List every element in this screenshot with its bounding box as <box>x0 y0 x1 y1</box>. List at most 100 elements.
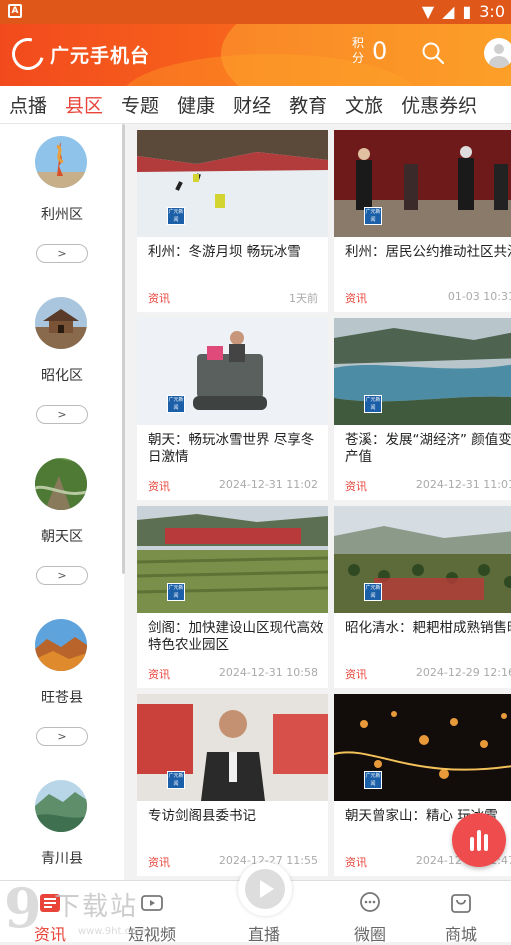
news-thumbnail: 广元新闻 <box>334 506 511 613</box>
watermark-logo: 9 下载站 www.9ht.com <box>4 876 184 942</box>
news-tag: 资讯 <box>148 856 170 869</box>
district-more-button[interactable]: > <box>36 244 88 263</box>
district-image <box>35 136 87 188</box>
news-tag: 资讯 <box>148 668 170 681</box>
watermark-mark: 9 <box>4 876 42 940</box>
status-bar: A ▼ ◢ ▮ 3:0 <box>0 0 511 24</box>
channel-badge: 广元新闻 <box>364 583 382 601</box>
news-date: 01-03 10:31 <box>447 290 511 303</box>
district-name: 旺苍县 <box>41 690 83 706</box>
tab-zhuanti[interactable]: 专题 <box>112 91 168 118</box>
channel-badge: 广元新闻 <box>167 207 185 225</box>
user-avatar-icon[interactable] <box>484 38 511 68</box>
news-title: 剑阁：加快建设山区现代高效特色农业园区 <box>148 620 324 653</box>
search-icon[interactable] <box>422 42 444 64</box>
watermark-text: 下载站 <box>54 892 139 922</box>
audio-bars-icon <box>470 830 488 851</box>
news-tag: 资讯 <box>148 292 170 305</box>
news-date: 2024-12-29 12:16 <box>415 666 511 679</box>
news-title: 朝天：畅玩冰雪世界 尽享冬日激情 <box>148 432 315 465</box>
battery-icon: ▮ <box>462 2 472 21</box>
news-thumbnail: 广元新闻 <box>334 130 511 237</box>
district-item-zhaohua[interactable]: 昭化区 > <box>0 285 124 446</box>
news-thumbnail: 广元新闻 <box>137 130 328 237</box>
district-item-chaotian[interactable]: 朝天区 > <box>0 446 124 607</box>
district-item-wangcang[interactable]: 旺苍县 > <box>0 607 124 768</box>
play-icon <box>260 880 274 898</box>
news-card[interactable]: 广元新闻 朝天：畅玩冰雪世界 尽享冬日激情 资讯 2024-12-31 11:0… <box>137 318 328 500</box>
news-title: 昭化清水：耙耙柑成熟销售旺 <box>345 620 511 636</box>
district-item-qingchuan[interactable]: 青川县 <box>0 768 124 880</box>
district-more-button[interactable]: > <box>36 566 88 585</box>
app-logo[interactable]: 广元手机台 <box>6 32 150 76</box>
status-icons: ▼ ◢ ▮ 3:0 <box>422 2 505 21</box>
news-tag: 资讯 <box>345 292 367 305</box>
district-name: 利州区 <box>41 207 83 223</box>
wifi-icon: ▼ <box>421 2 435 21</box>
news-date: 2024-12-31 10:58 <box>218 666 318 679</box>
sidebar-scrollbar[interactable] <box>122 124 125 574</box>
points-label: 积分 <box>352 36 365 65</box>
district-more-button[interactable]: > <box>36 405 88 424</box>
news-thumbnail: 广元新闻 <box>334 318 511 425</box>
chat-bubble-icon <box>360 892 380 912</box>
tab-dianbo[interactable]: 点播 <box>0 91 56 118</box>
district-image <box>35 458 87 510</box>
news-title: 利州：居民公约推动社区共治 <box>345 244 511 260</box>
tab-jiaoyu[interactable]: 教育 <box>280 91 336 118</box>
channel-badge: 广元新闻 <box>167 583 185 601</box>
live-button[interactable] <box>238 862 292 916</box>
clock-text: 3:0 <box>479 2 505 21</box>
news-card[interactable]: 广元新闻 专访剑阁县委书记 资讯 2024-12-27 11:55 <box>137 694 328 876</box>
news-feed: 广元新闻 利州：冬游月坝 畅玩冰雪 资讯 1天前 广元新闻 利州：居民公约推动社… <box>128 124 511 880</box>
news-date: 1天前 <box>289 292 318 305</box>
points-display[interactable]: 积分 0 <box>352 36 387 66</box>
news-tag: 资讯 <box>345 668 367 681</box>
category-tabs: 点播 县区 专题 健康 财经 教育 文旅 优惠券织 <box>0 86 511 124</box>
news-tag: 资讯 <box>148 480 170 493</box>
news-title: 苍溪：发展“湖经济” 颜值变产值 <box>345 432 511 465</box>
nav-item-mall[interactable]: 商城 <box>411 881 511 944</box>
news-card[interactable]: 广元新闻 利州：冬游月坝 畅玩冰雪 资讯 1天前 <box>137 130 328 312</box>
watermark-url: www.9ht.com <box>78 926 146 937</box>
channel-badge: 广元新闻 <box>167 771 185 789</box>
tab-youhuiquan[interactable]: 优惠券织 <box>392 91 486 118</box>
news-card[interactable]: 广元新闻 苍溪：发展“湖经济” 颜值变产值 资讯 2024-12-31 11:0… <box>334 318 511 500</box>
nav-label: 商城 <box>444 925 477 944</box>
nav-item-moments[interactable]: 微圈 <box>320 881 420 944</box>
notification-icon: A <box>8 4 22 18</box>
news-title: 利州：冬游月坝 畅玩冰雪 <box>148 244 301 260</box>
tab-xianqu[interactable]: 县区 <box>56 91 112 118</box>
tab-jiankang[interactable]: 健康 <box>168 91 224 118</box>
news-date: 2024-12-31 11:02 <box>218 478 318 491</box>
points-value: 0 <box>372 37 388 65</box>
district-image <box>35 780 87 832</box>
district-name: 青川县 <box>41 851 83 867</box>
nav-label: 直播 <box>247 925 280 944</box>
news-card[interactable]: 广元新闻 昭化清水：耙耙柑成熟销售旺 资讯 2024-12-29 12:16 <box>334 506 511 688</box>
channel-badge: 广元新闻 <box>364 771 382 789</box>
news-tag: 资讯 <box>345 856 367 869</box>
news-card[interactable]: 广元新闻 剑阁：加快建设山区现代高效特色农业园区 资讯 2024-12-31 1… <box>137 506 328 688</box>
news-thumbnail: 广元新闻 <box>137 694 328 801</box>
logo-icon <box>6 32 50 76</box>
district-sidebar: 利州区 > 昭化区 > 朝天区 > 旺苍县 > 青川县 <box>0 124 124 880</box>
app-header: 广元手机台 积分 0 <box>0 24 511 86</box>
channel-badge: 广元新闻 <box>364 207 382 225</box>
district-more-button[interactable]: > <box>36 727 88 746</box>
news-date: 2024-12-31 11:01 <box>415 478 511 491</box>
district-image <box>35 619 87 671</box>
news-card[interactable]: 广元新闻 利州：居民公约推动社区共治 资讯 01-03 10:31 <box>334 130 511 312</box>
district-item-lizhou[interactable]: 利州区 > <box>0 124 124 285</box>
channel-badge: 广元新闻 <box>364 395 382 413</box>
news-thumbnail: 广元新闻 <box>334 694 511 801</box>
tab-wenlv[interactable]: 文旅 <box>336 91 392 118</box>
channel-badge: 广元新闻 <box>167 395 185 413</box>
nav-label: 微圈 <box>353 925 386 944</box>
tab-caijing[interactable]: 财经 <box>224 91 280 118</box>
shopping-bag-icon <box>451 894 471 913</box>
district-image <box>35 297 87 349</box>
audio-fab-button[interactable] <box>452 813 506 867</box>
signal-icon: ◢ <box>442 2 455 21</box>
district-name: 朝天区 <box>41 529 83 545</box>
